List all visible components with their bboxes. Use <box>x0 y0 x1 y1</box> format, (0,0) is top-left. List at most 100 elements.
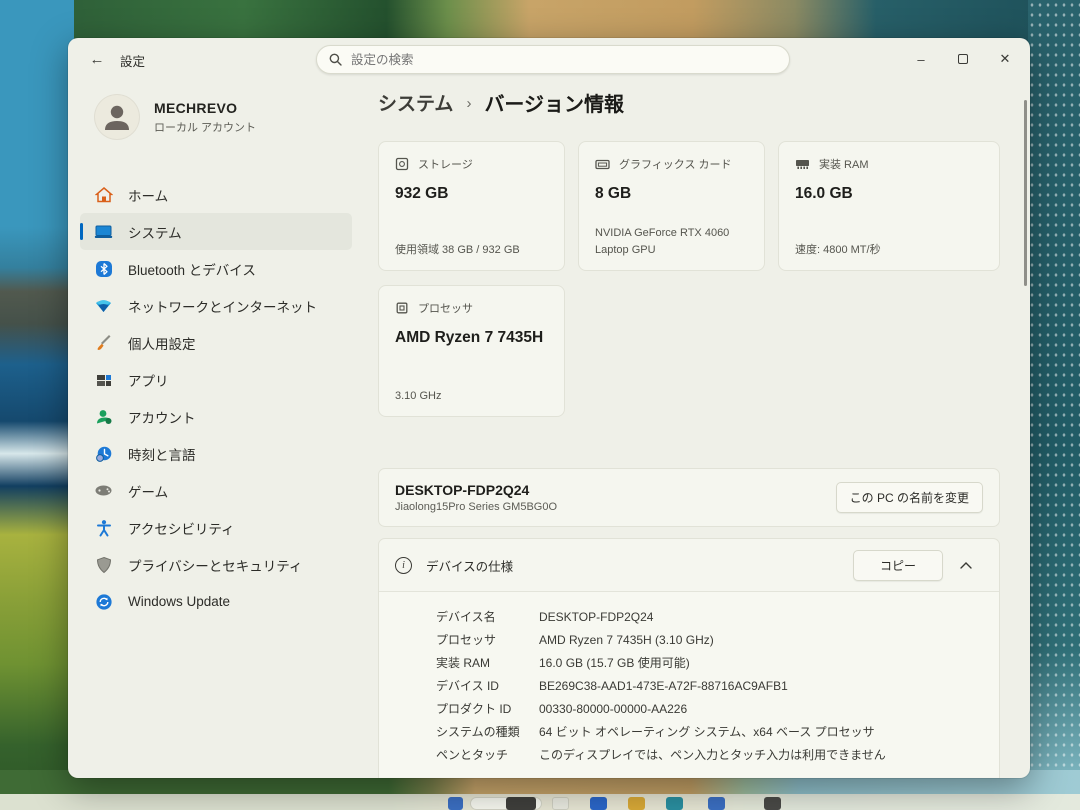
sidebar-item-gaming[interactable]: ゲーム <box>80 472 352 509</box>
card-detail: NVIDIA GeForce RTX 4060 Laptop GPU <box>595 225 750 258</box>
device-spec-header[interactable]: i デバイスの仕様 コピー <box>379 539 999 592</box>
sidebar-item-label: Bluetooth とデバイス <box>128 259 256 279</box>
sidebar-item-windows-update[interactable]: Windows Update <box>80 583 352 620</box>
spec-cards-row: ストレージ 932 GB 使用領域 38 GB / 932 GB グラフィックス… <box>378 141 1000 271</box>
system-icon <box>94 222 113 241</box>
close-button[interactable]: ✕ <box>984 38 1026 80</box>
storage-icon <box>395 157 409 171</box>
spec-value: 00330-80000-00000-AA226 <box>539 698 999 721</box>
device-name-panel: DESKTOP-FDP2Q24 Jiaolong15Pro Series GM5… <box>378 468 1000 527</box>
sidebar-item-network-internet[interactable]: ネットワークとインターネット <box>80 287 352 324</box>
minimize-button[interactable]: – <box>900 38 942 80</box>
shield-icon <box>94 555 113 574</box>
card-title: ストレージ <box>418 156 473 172</box>
spec-label: ペンとタッチ <box>436 744 539 767</box>
settings-search[interactable] <box>316 45 790 74</box>
rename-pc-button[interactable]: この PC の名前を変更 <box>836 482 983 513</box>
spec-value: BE269C38-AAD1-473E-A72F-88716AC9AFB1 <box>539 675 999 698</box>
spec-row: デバイス名DESKTOP-FDP2Q24 <box>436 606 999 629</box>
sidebar-item-system[interactable]: システム <box>80 213 352 250</box>
card-detail: 3.10 GHz <box>395 388 550 405</box>
card-value: 8 GB <box>595 185 748 203</box>
spec-row: プロダクト ID00330-80000-00000-AA226 <box>436 698 999 721</box>
taskbar-app-icon[interactable] <box>708 797 725 810</box>
page-title: バージョン情報 <box>484 88 624 117</box>
apps-grid-icon <box>94 370 113 389</box>
spec-label: デバイス名 <box>436 606 539 629</box>
selected-accent-pill <box>80 223 83 240</box>
device-spec-title: デバイスの仕様 <box>426 556 853 575</box>
spec-row: デバイス IDBE269C38-AAD1-473E-A72F-88716AC9A… <box>436 675 999 698</box>
spec-row: ペンとタッチこのディスプレイでは、ペン入力とタッチ入力は利用できません <box>436 744 999 767</box>
scrollbar[interactable] <box>1024 100 1027 286</box>
spec-value: DESKTOP-FDP2Q24 <box>539 606 999 629</box>
ram-card: 実装 RAM 16.0 GB 速度: 4800 MT/秒 <box>778 141 1000 271</box>
user-account[interactable]: MECHREVO ローカル アカウント <box>94 94 256 140</box>
titlebar: ← 設定 – ✕ <box>68 38 1030 80</box>
taskbar-app-icon[interactable] <box>764 797 781 810</box>
taskbar-app-icon[interactable] <box>552 797 569 810</box>
spec-label: 実装 RAM <box>436 652 539 675</box>
device-model: Jiaolong15Pro Series GM5BG0O <box>395 501 557 513</box>
home-icon <box>94 185 113 204</box>
sidebar-item-personalization[interactable]: 個人用設定 <box>80 324 352 361</box>
storage-card: ストレージ 932 GB 使用領域 38 GB / 932 GB <box>378 141 565 271</box>
spec-value: AMD Ryzen 7 7435H (3.10 GHz) <box>539 629 999 652</box>
device-name: DESKTOP-FDP2Q24 <box>395 482 557 498</box>
desktop-wallpaper <box>0 0 74 810</box>
graphics-card: グラフィックス カード 8 GB NVIDIA GeForce RTX 4060… <box>578 141 765 271</box>
chevron-up-icon[interactable] <box>949 550 983 580</box>
taskbar-app-icon[interactable] <box>590 797 607 810</box>
sidebar-item-label: 個人用設定 <box>128 333 196 353</box>
card-value: 932 GB <box>395 185 548 203</box>
taskbar-app-icon[interactable] <box>666 797 683 810</box>
sidebar-item-apps[interactable]: アプリ <box>80 361 352 398</box>
spec-row: システムの種類64 ビット オペレーティング システム、x64 ベース プロセッ… <box>436 721 999 744</box>
settings-window: ← 設定 – ✕ MECHREVO ロ <box>68 38 1030 778</box>
desktop-wallpaper <box>1028 0 1080 810</box>
gpu-icon <box>595 158 610 171</box>
copy-button[interactable]: コピー <box>853 550 943 581</box>
bluetooth-icon <box>94 259 113 278</box>
sidebar-item-label: プライバシーとセキュリティ <box>128 555 302 575</box>
account-person-icon <box>94 407 113 426</box>
person-icon <box>101 102 133 134</box>
breadcrumb-system[interactable]: システム <box>378 89 453 116</box>
start-button[interactable] <box>448 797 463 810</box>
card-value: AMD Ryzen 7 7435H <box>395 329 548 347</box>
avatar <box>94 94 140 140</box>
card-detail: 使用領域 38 GB / 932 GB <box>395 242 550 259</box>
sidebar-item-label: ゲーム <box>128 481 168 501</box>
spec-value: 16.0 GB (15.7 GB 使用可能) <box>539 652 999 675</box>
sidebar: MECHREVO ローカル アカウント ホーム システム <box>68 80 364 778</box>
breadcrumb: システム › バージョン情報 <box>378 88 624 117</box>
sidebar-item-label: アカウント <box>128 407 196 427</box>
card-title: プロセッサ <box>418 300 473 316</box>
sidebar-item-accessibility[interactable]: アクセシビリティ <box>80 509 352 546</box>
taskbar-app-icon[interactable] <box>628 797 645 810</box>
sidebar-item-accounts[interactable]: アカウント <box>80 398 352 435</box>
gamepad-icon <box>94 481 113 500</box>
card-title: 実装 RAM <box>819 156 869 172</box>
spec-label: プロセッサ <box>436 629 539 652</box>
card-title: グラフィックス カード <box>619 156 732 172</box>
sidebar-item-label: ネットワークとインターネット <box>128 296 317 316</box>
search-input[interactable] <box>351 53 777 67</box>
spec-label: プロダクト ID <box>436 698 539 721</box>
device-spec-body: デバイス名DESKTOP-FDP2Q24 プロセッサAMD Ryzen 7 74… <box>379 592 999 777</box>
sidebar-item-privacy-security[interactable]: プライバシーとセキュリティ <box>80 546 352 583</box>
paintbrush-icon <box>94 333 113 352</box>
taskbar-search-badge-icon <box>506 797 536 810</box>
taskbar[interactable] <box>0 794 1080 810</box>
device-spec-panel: i デバイスの仕様 コピー デバイス名DESKTOP-FDP2Q24 プロセッサ… <box>378 538 1000 778</box>
search-icon <box>329 53 342 66</box>
processor-card: プロセッサ AMD Ryzen 7 7435H 3.10 GHz <box>378 285 565 417</box>
sidebar-item-bluetooth-devices[interactable]: Bluetooth とデバイス <box>80 250 352 287</box>
sidebar-item-time-language[interactable]: 時刻と言語 <box>80 435 352 472</box>
sidebar-item-label: ホーム <box>128 185 168 205</box>
maximize-button[interactable] <box>942 38 984 80</box>
app-title: 設定 <box>120 51 145 70</box>
sidebar-item-home[interactable]: ホーム <box>80 176 352 213</box>
back-button[interactable]: ← <box>84 47 110 71</box>
sidebar-item-label: システム <box>128 222 182 242</box>
